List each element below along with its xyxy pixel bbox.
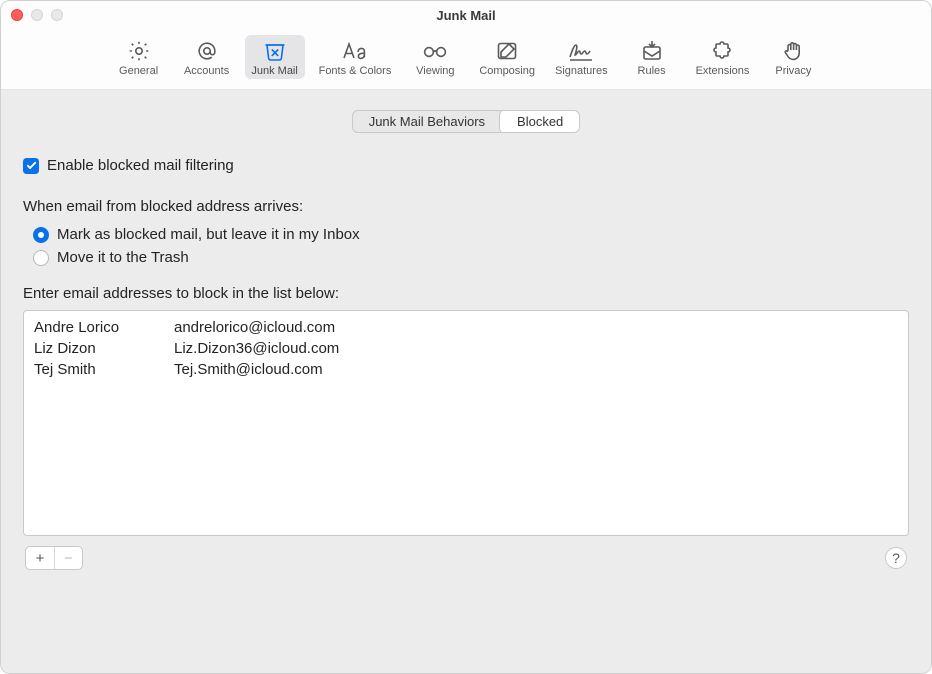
compose-icon [492,39,522,63]
toolbar-item-label: Accounts [184,65,229,77]
junk-mail-icon [260,39,290,63]
blocked-name: Andre Lorico [34,319,174,336]
blocked-name: Tej Smith [34,361,174,378]
toolbar-item-label: Viewing [416,65,454,77]
fonts-colors-icon [340,39,370,63]
enable-blocked-filtering-label: Enable blocked mail filtering [47,157,234,174]
toolbar-item-label: Rules [638,65,666,77]
list-item[interactable]: Tej Smith Tej.Smith@icloud.com [34,359,898,380]
titlebar: Junk Mail [1,1,931,29]
arrival-heading: When email from blocked address arrives: [23,192,909,223]
toolbar-item-rules[interactable]: Rules [622,35,682,79]
toolbar-item-label: Composing [479,65,535,77]
minus-icon: − [64,550,73,567]
list-footer: + − ? [23,536,909,570]
toolbar-item-label: Signatures [555,65,608,77]
toolbar-item-extensions[interactable]: Extensions [690,35,756,79]
glasses-icon [420,39,450,63]
add-remove-control: + − [25,546,83,570]
minimize-window-button[interactable] [31,9,43,21]
tab-junk-mail-behaviors[interactable]: Junk Mail Behaviors [353,111,501,132]
help-button[interactable]: ? [885,547,907,569]
enable-blocked-filtering-checkbox[interactable] [23,158,39,174]
blocked-list-heading: Enter email addresses to block in the li… [23,269,909,310]
question-mark-icon: ? [892,550,900,566]
toolbar-item-label: General [119,65,158,77]
toolbar-item-label: Privacy [775,65,811,77]
enable-blocked-filtering-row[interactable]: Enable blocked mail filtering [23,153,909,192]
radio-label: Move it to the Trash [57,249,189,266]
toolbar-item-privacy[interactable]: Privacy [763,35,823,79]
toolbar-item-label: Fonts & Colors [319,65,392,77]
list-item[interactable]: Andre Lorico andrelorico@icloud.com [34,317,898,338]
gear-icon [124,39,154,63]
window-title: Junk Mail [1,8,931,23]
tab-blocked[interactable]: Blocked [500,110,580,133]
zoom-window-button[interactable] [51,9,63,21]
radio-move-to-trash[interactable]: Move it to the Trash [23,246,909,269]
blocked-settings-section: Enable blocked mail filtering When email… [23,149,909,580]
radio-button[interactable] [33,250,49,266]
preferences-toolbar: General Accounts Junk Mail [1,29,931,90]
tab-segmented-container: Junk Mail Behaviors Blocked [23,90,909,149]
rules-icon [637,39,667,63]
tab-segmented-control: Junk Mail Behaviors Blocked [352,110,581,133]
blocked-email: Liz.Dizon36@icloud.com [174,340,339,357]
close-window-button[interactable] [11,9,23,21]
traffic-lights [11,9,63,21]
radio-button[interactable] [33,227,49,243]
puzzle-icon [707,39,737,63]
toolbar-item-fonts-colors[interactable]: Fonts & Colors [313,35,398,79]
signature-icon [566,39,596,63]
content-area: Junk Mail Behaviors Blocked Enable block… [1,90,931,673]
toolbar-item-composing[interactable]: Composing [473,35,541,79]
blocked-email: andrelorico@icloud.com [174,319,335,336]
list-item[interactable]: Liz Dizon Liz.Dizon36@icloud.com [34,338,898,359]
at-sign-icon [192,39,222,63]
blocked-email: Tej.Smith@icloud.com [174,361,323,378]
preferences-window: Junk Mail General Accounts [0,0,932,674]
blocked-name: Liz Dizon [34,340,174,357]
add-button[interactable]: + [26,547,54,569]
remove-button[interactable]: − [54,547,82,569]
toolbar-item-signatures[interactable]: Signatures [549,35,614,79]
toolbar-item-general[interactable]: General [109,35,169,79]
toolbar-item-label: Extensions [696,65,750,77]
toolbar-item-label: Junk Mail [251,65,297,77]
hand-icon [778,39,808,63]
toolbar-item-accounts[interactable]: Accounts [177,35,237,79]
radio-label: Mark as blocked mail, but leave it in my… [57,226,360,243]
toolbar-item-viewing[interactable]: Viewing [405,35,465,79]
radio-mark-leave-inbox[interactable]: Mark as blocked mail, but leave it in my… [23,223,909,246]
blocked-addresses-list[interactable]: Andre Lorico andrelorico@icloud.com Liz … [23,310,909,536]
plus-icon: + [36,550,45,567]
toolbar-item-junk-mail[interactable]: Junk Mail [245,35,305,79]
